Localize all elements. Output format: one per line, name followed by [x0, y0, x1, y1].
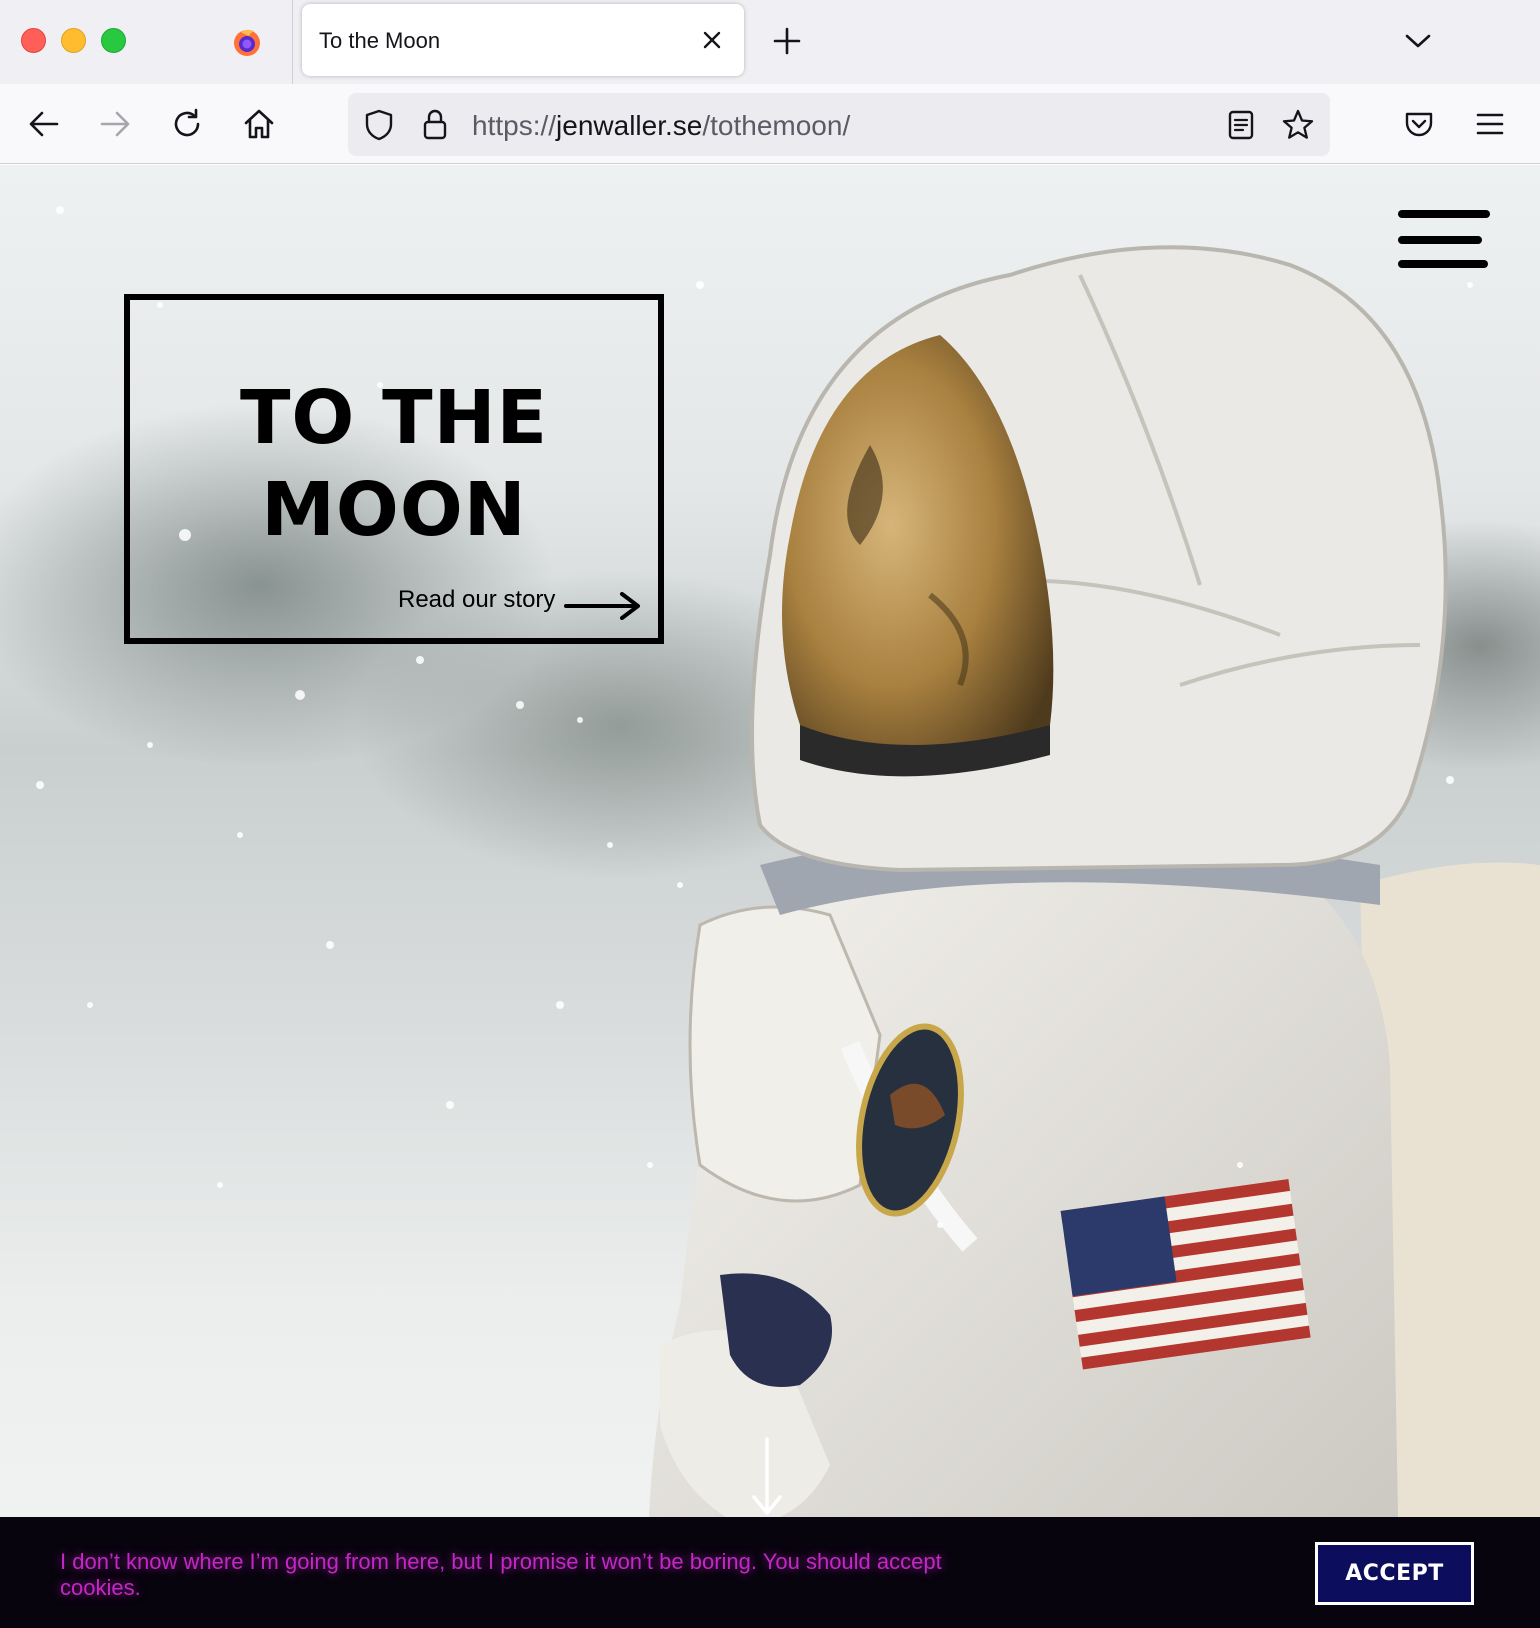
page-title-line-1: TO THE [239, 375, 549, 461]
minimize-window-button[interactable] [61, 28, 86, 53]
maximize-window-button[interactable] [101, 28, 126, 53]
star-icon[interactable] [1280, 107, 1316, 143]
arrow-right-icon [100, 111, 130, 137]
accept-cookies-button[interactable]: ACCEPT [1315, 1542, 1474, 1605]
pocket-icon [1405, 112, 1433, 137]
arrow-left-icon [29, 111, 59, 137]
menu-bar-middle [1398, 236, 1482, 244]
hamburger-icon [1476, 113, 1504, 135]
page-title: TO THE MOON [130, 372, 658, 556]
navigation-toolbar: https://jenwaller.se/tothemoon/ [0, 84, 1540, 164]
forward-button[interactable] [93, 102, 137, 146]
home-icon [244, 109, 274, 139]
tab-title: To the Moon [319, 28, 441, 53]
page-viewport: TO THE MOON Read our story I don’t know … [0, 165, 1540, 1628]
cookie-message: I don’t know where I’m going from here, … [60, 1549, 942, 1600]
menu-bar-top [1398, 210, 1490, 218]
back-button[interactable] [22, 102, 66, 146]
home-button[interactable] [237, 102, 281, 146]
url-host: jenwaller.se [556, 110, 703, 141]
address-bar[interactable]: https://jenwaller.se/tothemoon/ [348, 93, 1330, 156]
tab-strip: To the Moon [0, 0, 1540, 84]
close-window-button[interactable] [21, 28, 46, 53]
chevron-down-icon[interactable] [1401, 24, 1435, 58]
browser-window: To the Moon https://jenwaller.se/tothemo… [0, 0, 1540, 1628]
firefox-icon[interactable] [232, 27, 262, 57]
site-menu-button[interactable] [1398, 210, 1490, 270]
lock-icon[interactable] [418, 107, 452, 141]
url-text[interactable]: https://jenwaller.se/tothemoon/ [472, 110, 850, 142]
scroll-down-arrow-icon[interactable] [750, 1437, 784, 1517]
read-story-link[interactable]: Read our story [398, 586, 555, 614]
url-path: /tothemoon/ [702, 110, 851, 141]
cookie-banner: I don’t know where I’m going from here, … [0, 1517, 1540, 1628]
menu-bar-bottom [1398, 260, 1488, 268]
tab-separator [292, 0, 293, 84]
shield-icon[interactable] [362, 108, 396, 142]
page-title-line-2: MOON [261, 467, 527, 553]
hero-section: TO THE MOON Read our story I don’t know … [0, 165, 1540, 1628]
title-card: TO THE MOON Read our story [124, 294, 664, 644]
app-menu-button[interactable] [1468, 102, 1512, 146]
reader-view-icon[interactable] [1224, 108, 1258, 142]
reload-icon [174, 108, 200, 137]
url-scheme: https:// [472, 110, 557, 141]
reload-button[interactable] [165, 102, 209, 146]
pocket-button[interactable] [1397, 102, 1441, 146]
active-tab[interactable]: To the Moon [302, 4, 744, 76]
arrow-right-icon[interactable] [564, 590, 642, 620]
plus-icon[interactable] [770, 24, 804, 58]
close-icon[interactable] [698, 26, 726, 54]
